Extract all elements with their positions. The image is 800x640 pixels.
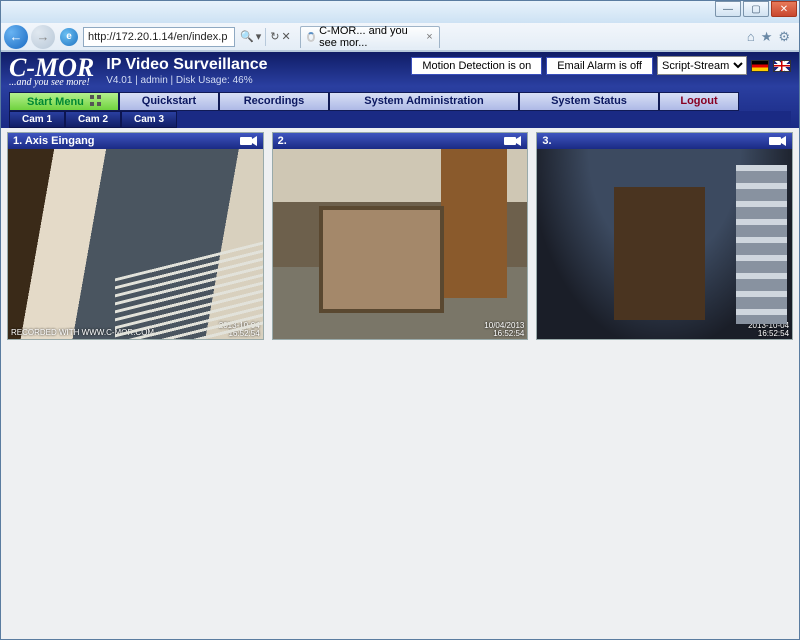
separator: [265, 28, 266, 46]
menu-start[interactable]: Start Menu: [9, 92, 119, 111]
main-menu: Start Menu Quickstart Recordings System …: [9, 92, 791, 111]
stop-icon[interactable]: ✕: [281, 30, 290, 43]
version-line: V4.01 | admin | Disk Usage: 46%: [106, 75, 267, 86]
menu-start-label: Start Menu: [27, 96, 84, 108]
camera-tabs: Cam 1 Cam 2 Cam 3: [9, 111, 791, 128]
camera-icon: [504, 135, 522, 147]
camera-icon: [769, 135, 787, 147]
search-icon[interactable]: 🔍: [240, 30, 254, 43]
cam-tab-1[interactable]: Cam 1: [9, 111, 65, 128]
back-button[interactable]: ←: [4, 25, 28, 49]
camera-title-1: 1. Axis Eingang: [13, 135, 95, 147]
logo-text: C-MOR: [9, 56, 94, 79]
address-controls: 🔍 ▾ ↻ ✕: [240, 28, 291, 46]
window-minimize-button[interactable]: —: [715, 1, 741, 17]
refresh-icon[interactable]: ↻: [270, 30, 279, 43]
camera-feed-3[interactable]: 2013-10-04 16:52:54: [537, 149, 792, 339]
window-close-button[interactable]: ✕: [771, 1, 797, 17]
menu-sysadmin[interactable]: System Administration: [329, 92, 519, 111]
menu-recordings[interactable]: Recordings: [219, 92, 329, 111]
ie-window: — ▢ ✕ ← → e 🔍 ▾ ↻ ✕ C-MOR... and you see…: [0, 0, 800, 640]
cam-tab-2[interactable]: Cam 2: [65, 111, 121, 128]
title-block: IP Video Surveillance V4.01 | admin | Di…: [106, 56, 267, 86]
ie-logo-icon: e: [60, 28, 78, 46]
app-title: IP Video Surveillance: [106, 56, 267, 74]
camera-grid: 1. Axis Eingang RECORDED WITH WWW.C-MOR.…: [1, 128, 799, 344]
email-alarm-status[interactable]: Email Alarm is off: [546, 57, 653, 75]
camera-title-2: 2.: [278, 135, 287, 147]
camera-feed-2[interactable]: 10/04/2013 16:52:54: [273, 149, 528, 339]
window-maximize-button[interactable]: ▢: [743, 1, 769, 17]
stream-select[interactable]: Script-Stream: [657, 56, 747, 75]
flag-de-icon[interactable]: [751, 60, 769, 72]
timestamp-1: 2013-10-04 16:52:54: [219, 322, 260, 339]
toolbar-right: ⌂ ★ ⚙: [747, 29, 796, 45]
timestamp-3: 2013-10-04 16:52:54: [748, 322, 789, 339]
tab-close-icon[interactable]: ×: [426, 31, 432, 43]
page-content: C-MOR ...and you see more! IP Video Surv…: [1, 51, 799, 639]
flag-uk-icon[interactable]: [773, 60, 791, 72]
camera-icon: [240, 135, 258, 147]
menu-logout[interactable]: Logout: [659, 92, 739, 111]
browser-toolbar: ← → e 🔍 ▾ ↻ ✕ C-MOR... and you see mor..…: [1, 23, 799, 51]
logo-tagline: ...and you see more!: [9, 77, 94, 88]
camera-tile-1: 1. Axis Eingang RECORDED WITH WWW.C-MOR.…: [7, 132, 264, 340]
camera-title-3: 3.: [542, 135, 551, 147]
camera-header-2: 2.: [273, 133, 528, 149]
favorites-icon[interactable]: ★: [761, 29, 773, 45]
watermark-1: RECORDED WITH WWW.C-MOR.COM: [11, 328, 154, 337]
camera-header-3: 3.: [537, 133, 792, 149]
browser-tab[interactable]: C-MOR... and you see mor... ×: [300, 26, 440, 48]
cam-tab-3[interactable]: Cam 3: [121, 111, 177, 128]
address-bar[interactable]: [83, 27, 235, 47]
camera-tile-3: 3. 2013-10-04 16:52:54: [536, 132, 793, 340]
loading-spinner-icon: [307, 32, 315, 42]
app-header: C-MOR ...and you see more! IP Video Surv…: [1, 52, 799, 128]
home-icon[interactable]: ⌂: [747, 29, 755, 45]
dropdown-icon[interactable]: ▾: [256, 30, 262, 43]
camera-tile-2: 2. 10/04/2013 16:52:54: [272, 132, 529, 340]
tools-gear-icon[interactable]: ⚙: [778, 29, 790, 45]
timestamp-2: 10/04/2013 16:52:54: [484, 322, 524, 339]
forward-button[interactable]: →: [31, 25, 55, 49]
window-titlebar: — ▢ ✕: [1, 1, 799, 23]
menu-quickstart[interactable]: Quickstart: [119, 92, 219, 111]
tab-strip: C-MOR... and you see mor... ×: [300, 26, 440, 48]
menu-sysstatus[interactable]: System Status: [519, 92, 659, 111]
motion-status[interactable]: Motion Detection is on: [411, 57, 542, 75]
grid-icon: [90, 95, 101, 106]
camera-header-1: 1. Axis Eingang: [8, 133, 263, 149]
tab-title: C-MOR... and you see mor...: [319, 25, 422, 49]
status-row: Motion Detection is on Email Alarm is of…: [411, 56, 791, 75]
camera-feed-1[interactable]: RECORDED WITH WWW.C-MOR.COM 2013-10-04 1…: [8, 149, 263, 339]
logo-block: C-MOR ...and you see more!: [9, 56, 94, 88]
